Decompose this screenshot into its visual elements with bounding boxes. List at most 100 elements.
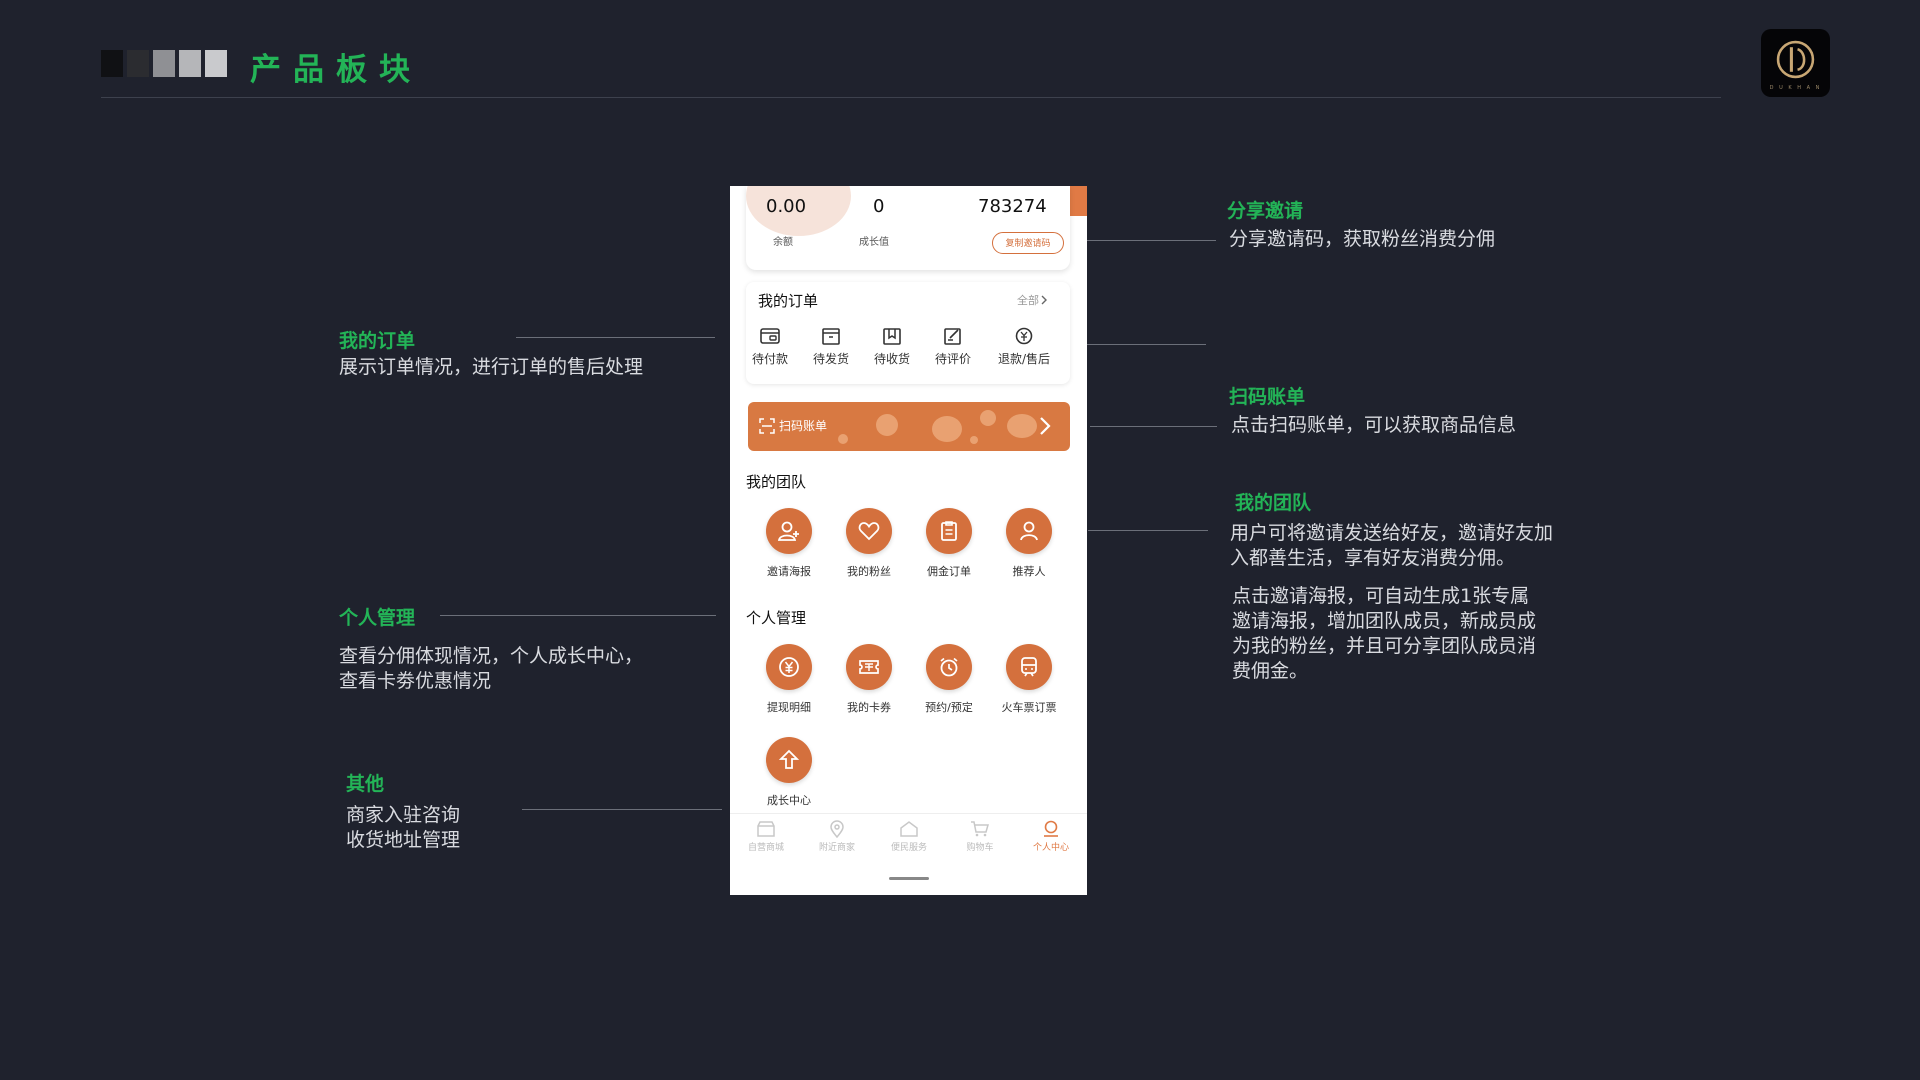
tab-self-mall-label: 自营商城 [747,843,784,853]
location-icon [830,820,844,838]
phone-screen: 0.00 余额 0 成长值 783274 复制邀请码 我的订单 全部 待付款 待… [730,186,1087,895]
block-2 [127,50,149,77]
refund-icon [1015,327,1033,345]
scan-bill-banner[interactable]: 扫码账单 [748,402,1070,451]
edit-icon [944,328,961,345]
team-invite-poster[interactable]: 邀请海报 [754,508,824,579]
order-pending-payment-label: 待付款 [751,352,788,366]
cart-icon [971,821,989,837]
annotation-team-p2-line3: 为我的粉丝，并且可分享团队成员消 [1232,635,1537,657]
coupons-circle [846,644,892,690]
tab-nearby-merchants-label: 附近商家 [818,843,855,853]
tab-convenience-service-label: 便民服务 [890,843,927,853]
personal-reservation[interactable]: 预约/预定 [914,644,984,715]
referrer-circle [1006,508,1052,554]
annotation-team-title: 我的团队 [1235,492,1312,514]
annotation-team-p2-line2: 邀请海报，增加团队成员，新成员成 [1232,610,1537,632]
tab-personal-center[interactable]: 个人中心 [1021,820,1081,853]
connector-share [1086,240,1216,241]
stat-growth-label: 成长值 [859,237,889,248]
decor-dot [838,434,848,444]
brand-logo: D U K H A N [1761,29,1830,97]
user-icon [1020,521,1038,541]
tab-self-mall[interactable]: 自营商城 [736,820,796,853]
tab-shopping-cart[interactable]: 购物车 [950,820,1010,853]
order-pending-payment[interactable]: 待付款 [740,326,800,367]
block-1 [101,50,123,77]
team-referrer[interactable]: 推荐人 [994,508,1064,579]
header-blocks [101,50,227,77]
growth-center-circle [766,737,812,783]
annotation-team-p1-line2: 入都善生活，享有好友消费分佣。 [1230,547,1516,569]
annotation-scan-title: 扫码账单 [1229,386,1306,408]
tab-personal-center-label: 个人中心 [1032,843,1069,853]
service-icon [900,821,918,837]
withdraw-circle [766,644,812,690]
reservation-label: 预约/预定 [925,701,973,714]
train-icon [1021,657,1037,677]
annotation-team-p1-line1: 用户可将邀请发送给好友，邀请好友加 [1230,522,1554,544]
all-orders-link[interactable]: 全部 [1017,292,1049,308]
page-title: 产品板块 [250,52,422,88]
annotation-personal-title: 个人管理 [339,607,416,629]
profile-accent-tab [1069,186,1087,216]
commission-orders-circle [926,508,972,554]
team-my-fans[interactable]: 我的粉丝 [834,508,904,579]
block-4 [179,50,201,77]
scan-bill-label-group: 扫码账单 [759,417,827,434]
order-pending-shipment-label: 待发货 [812,352,849,366]
decor-dot [980,410,996,426]
my-orders-card: 我的订单 全部 待付款 待发货 待收货 待评价 退款/售后 [746,282,1070,384]
chevron-right-icon [1041,295,1047,305]
wallet-icon [760,328,780,344]
stat-balance-value: 0.00 [766,196,807,217]
annotation-personal-line2: 查看卡劵优惠情况 [339,670,492,692]
connector-orders-right [1078,344,1206,345]
order-pending-shipment[interactable]: 待发货 [801,326,861,367]
tab-nearby-merchants[interactable]: 附近商家 [807,820,867,853]
copy-invite-code-button[interactable]: 复制邀请码 [992,232,1064,254]
clipboard-icon [941,521,957,541]
block-3 [153,50,175,77]
all-orders-label: 全部 [1017,294,1039,307]
order-pending-review-label: 待评价 [934,352,971,366]
personal-growth-center[interactable]: 成长中心 [754,737,824,808]
user-plus-icon [777,521,799,541]
scan-icon [759,417,775,434]
invite-poster-label: 邀请海报 [767,565,811,578]
connector-other [522,809,722,810]
personal-management-title: 个人管理 [746,609,807,627]
order-refund-aftersale-label: 退款/售后 [997,352,1051,366]
team-commission-orders[interactable]: 佣金订单 [914,508,984,579]
scan-bill-label: 扫码账单 [779,419,828,433]
connector-scan [1090,426,1217,427]
annotation-other-line2: 收货地址管理 [346,829,461,851]
annotation-share-title: 分享邀请 [1227,200,1304,222]
order-pending-review[interactable]: 待评价 [923,326,983,367]
shop-icon [757,821,775,837]
annotation-personal-line1: 查看分佣体现情况，个人成长中心， [339,645,644,667]
profile-icon [1044,820,1058,837]
my-fans-label: 我的粉丝 [847,565,891,578]
package-icon [883,328,901,345]
block-5 [205,50,227,77]
heart-icon [858,522,880,541]
box-icon [822,328,840,345]
coupons-label: 我的卡券 [847,701,891,714]
reservation-circle [926,644,972,690]
train-tickets-label: 火车票订票 [1001,701,1057,714]
order-pending-receipt[interactable]: 待收货 [862,326,922,367]
personal-withdraw-details[interactable]: 提现明细 [754,644,824,715]
my-team-title: 我的团队 [746,473,807,491]
personal-my-coupons[interactable]: 我的卡券 [834,644,904,715]
order-refund-aftersale[interactable]: 退款/售后 [992,326,1056,367]
annotation-orders-text: 展示订单情况，进行订单的售后处理 [339,356,644,378]
tab-convenience-service[interactable]: 便民服务 [879,820,939,853]
chevron-right-icon [1040,417,1051,435]
decor-dot [876,414,898,436]
growth-center-label: 成长中心 [767,794,811,807]
personal-train-tickets[interactable]: 火车票订票 [994,644,1064,715]
order-pending-receipt-label: 待收货 [873,352,910,366]
invite-poster-circle [766,508,812,554]
header-divider [101,97,1721,98]
